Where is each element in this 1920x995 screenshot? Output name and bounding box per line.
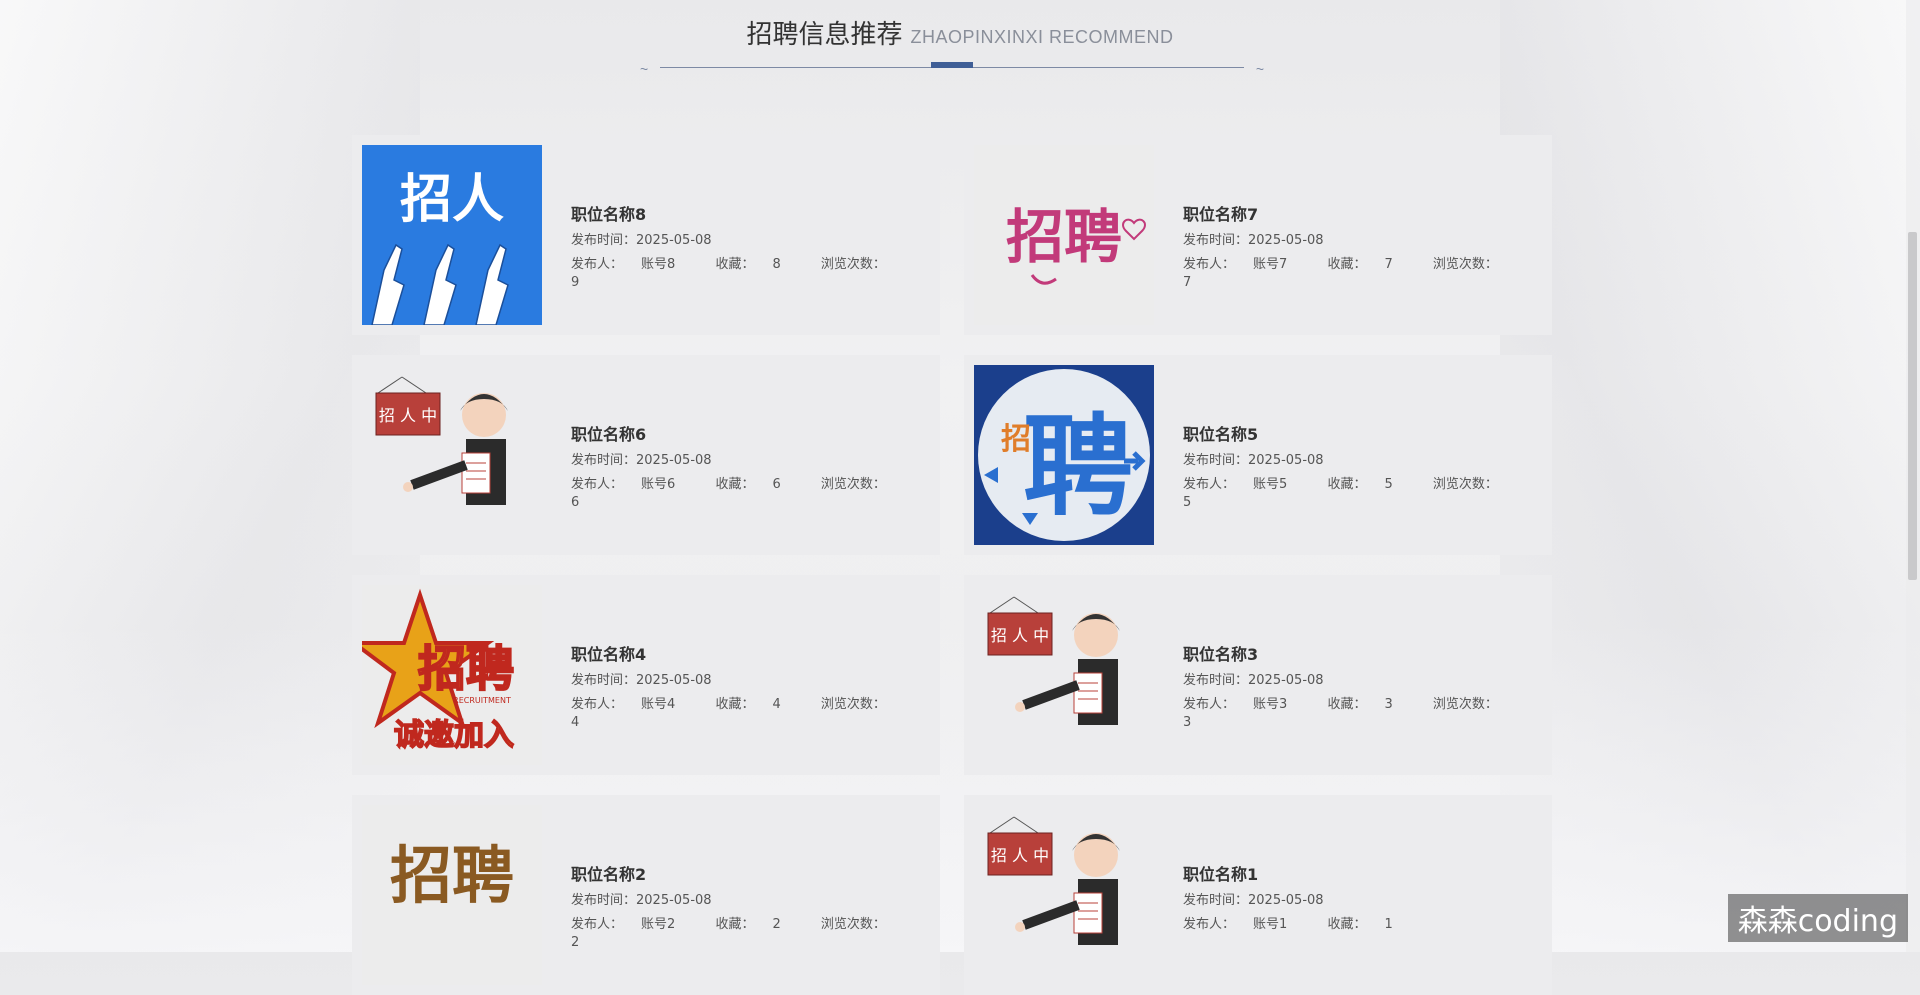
svg-text:RECRUITMENT: RECRUITMENT bbox=[453, 696, 511, 705]
svg-text:招 人 中: 招 人 中 bbox=[991, 626, 1049, 645]
job-title[interactable]: 职位名称1 bbox=[1183, 861, 1429, 885]
svg-text:招聘: 招聘 bbox=[418, 641, 514, 697]
svg-text:招 人 中: 招 人 中 bbox=[379, 406, 437, 425]
job-stats: 发布人： 账号4 收藏： 4 浏览次数：4 bbox=[571, 697, 886, 730]
job-image[interactable]: 招聘 RECRUITMENT 诚邀加入 bbox=[362, 585, 542, 765]
publish-date: 发布时间：2025-05-08 bbox=[571, 233, 712, 248]
recruiter-cartoon-image: 招 人 中 bbox=[974, 805, 1154, 985]
job-card[interactable]: 招聘 职位名称7 发布时间：2025-05-08 发布人： 账号7 收藏： 7 浏览… bbox=[964, 135, 1552, 335]
job-stats: 发布人： 账号6 收藏： 6 浏览次数：6 bbox=[571, 477, 886, 510]
svg-text:招聘: 招聘 bbox=[1006, 203, 1122, 271]
background-floor bbox=[0, 620, 1920, 952]
svg-text:招: 招 bbox=[1001, 422, 1031, 457]
job-card[interactable]: 招聘 职位名称2 发布时间：2025-05-08 发布人： 账号2 收藏： 2 浏览… bbox=[352, 795, 940, 995]
svg-text:招人: 招人 bbox=[400, 170, 504, 230]
job-card[interactable]: 招 人 中 职位名称1 发布时间：2025-05-08 发布人： 账号1 收藏： 1 bbox=[964, 795, 1552, 995]
svg-text:聘: 聘 bbox=[1023, 403, 1133, 531]
job-title[interactable]: 职位名称8 bbox=[571, 201, 940, 225]
job-image[interactable]: 聘 招 bbox=[974, 365, 1154, 545]
page-scrollbar[interactable] bbox=[1906, 0, 1920, 952]
scrollbar-thumb[interactable] bbox=[1908, 232, 1917, 580]
job-image[interactable]: 招聘 bbox=[362, 805, 542, 985]
publish-date: 发布时间：2025-05-08 bbox=[571, 673, 712, 688]
job-card[interactable]: 招聘 RECRUITMENT 诚邀加入 职位名称4 发布时间：2025-05-0… bbox=[352, 575, 940, 775]
section-title: 招聘信息推荐 bbox=[746, 20, 903, 50]
publish-date: 发布时间：2025-05-08 bbox=[571, 453, 712, 468]
svg-text:招 人 中: 招 人 中 bbox=[991, 846, 1049, 865]
job-image[interactable]: 招 人 中 bbox=[974, 805, 1154, 985]
job-card[interactable]: 招 人 中 职位名称6 发布时间：2025-05-08 发布人： 账号6 收藏： 6… bbox=[352, 355, 940, 555]
publish-date: 发布时间：2025-05-08 bbox=[571, 893, 712, 908]
job-image[interactable]: 招人 bbox=[362, 145, 542, 325]
job-card[interactable]: 招人 职位名称8 发布时间：2025-05-08 发布人： 账号8 收藏： 8 浏览… bbox=[352, 135, 940, 335]
watermark: 森森coding bbox=[1727, 894, 1908, 942]
job-title[interactable]: 职位名称6 bbox=[571, 421, 940, 445]
right-flourish-icon: ~ bbox=[1255, 61, 1264, 77]
job-title[interactable]: 职位名称2 bbox=[571, 861, 940, 885]
title-divider: ~ ~ bbox=[640, 61, 1264, 77]
zhaopin-heart-image: 招聘 bbox=[974, 145, 1154, 325]
job-stats: 发布人： 账号2 收藏： 2 浏览次数：2 bbox=[571, 917, 886, 950]
svg-text:招聘: 招聘 bbox=[390, 839, 514, 912]
svg-text:诚邀加入: 诚邀加入 bbox=[394, 718, 514, 753]
job-title[interactable]: 职位名称4 bbox=[571, 641, 940, 665]
job-title[interactable]: 职位名称7 bbox=[1183, 201, 1552, 225]
title-accent-bar bbox=[931, 62, 973, 68]
zhaopin-star-image: 招聘 RECRUITMENT 诚邀加入 bbox=[362, 585, 542, 765]
job-title[interactable]: 职位名称3 bbox=[1183, 641, 1552, 665]
publish-date: 发布时间：2025-05-08 bbox=[1183, 673, 1324, 688]
section-subtitle: ZHAOPINXINXI RECOMMEND bbox=[910, 27, 1174, 47]
job-stats: 发布人： 账号5 收藏： 5 浏览次数：5 bbox=[1183, 477, 1498, 510]
job-stats: 发布人： 账号3 收藏： 3 浏览次数：3 bbox=[1183, 697, 1498, 730]
job-image[interactable]: 招 人 中 bbox=[362, 365, 542, 545]
section-header: 招聘信息推荐 ZHAOPINXINXI RECOMMEND bbox=[0, 14, 1920, 51]
job-title[interactable]: 职位名称5 bbox=[1183, 421, 1552, 445]
job-stats: 发布人： 账号8 收藏： 8 浏览次数：9 bbox=[571, 257, 886, 290]
job-image[interactable]: 招聘 bbox=[974, 145, 1154, 325]
job-stats: 发布人： 账号7 收藏： 7 浏览次数：7 bbox=[1183, 257, 1498, 290]
left-flourish-icon: ~ bbox=[640, 61, 649, 77]
publish-date: 发布时间：2025-05-08 bbox=[1183, 453, 1324, 468]
job-card[interactable]: 聘 招 职位名称5 发布时间：2025-05-08 发布人： 账号5 收藏： 5 浏… bbox=[964, 355, 1552, 555]
recruiter-cartoon-image: 招 人 中 bbox=[362, 365, 542, 545]
pin-arrows-image: 聘 招 bbox=[974, 365, 1154, 545]
job-stats: 发布人： 账号1 收藏： 1 bbox=[1183, 917, 1393, 932]
publish-date: 发布时间：2025-05-08 bbox=[1183, 893, 1324, 908]
job-image[interactable]: 招 人 中 bbox=[974, 585, 1154, 765]
publish-date: 发布时间：2025-05-08 bbox=[1183, 233, 1324, 248]
zhaopin-gold-image: 招聘 bbox=[362, 805, 542, 985]
recruiter-cartoon-image: 招 人 中 bbox=[974, 585, 1154, 765]
zhaoren-hands-image: 招人 bbox=[362, 145, 542, 325]
job-card[interactable]: 招 人 中 职位名称3 发布时间：2025-05-08 发布人： 账号3 收藏： 3… bbox=[964, 575, 1552, 775]
